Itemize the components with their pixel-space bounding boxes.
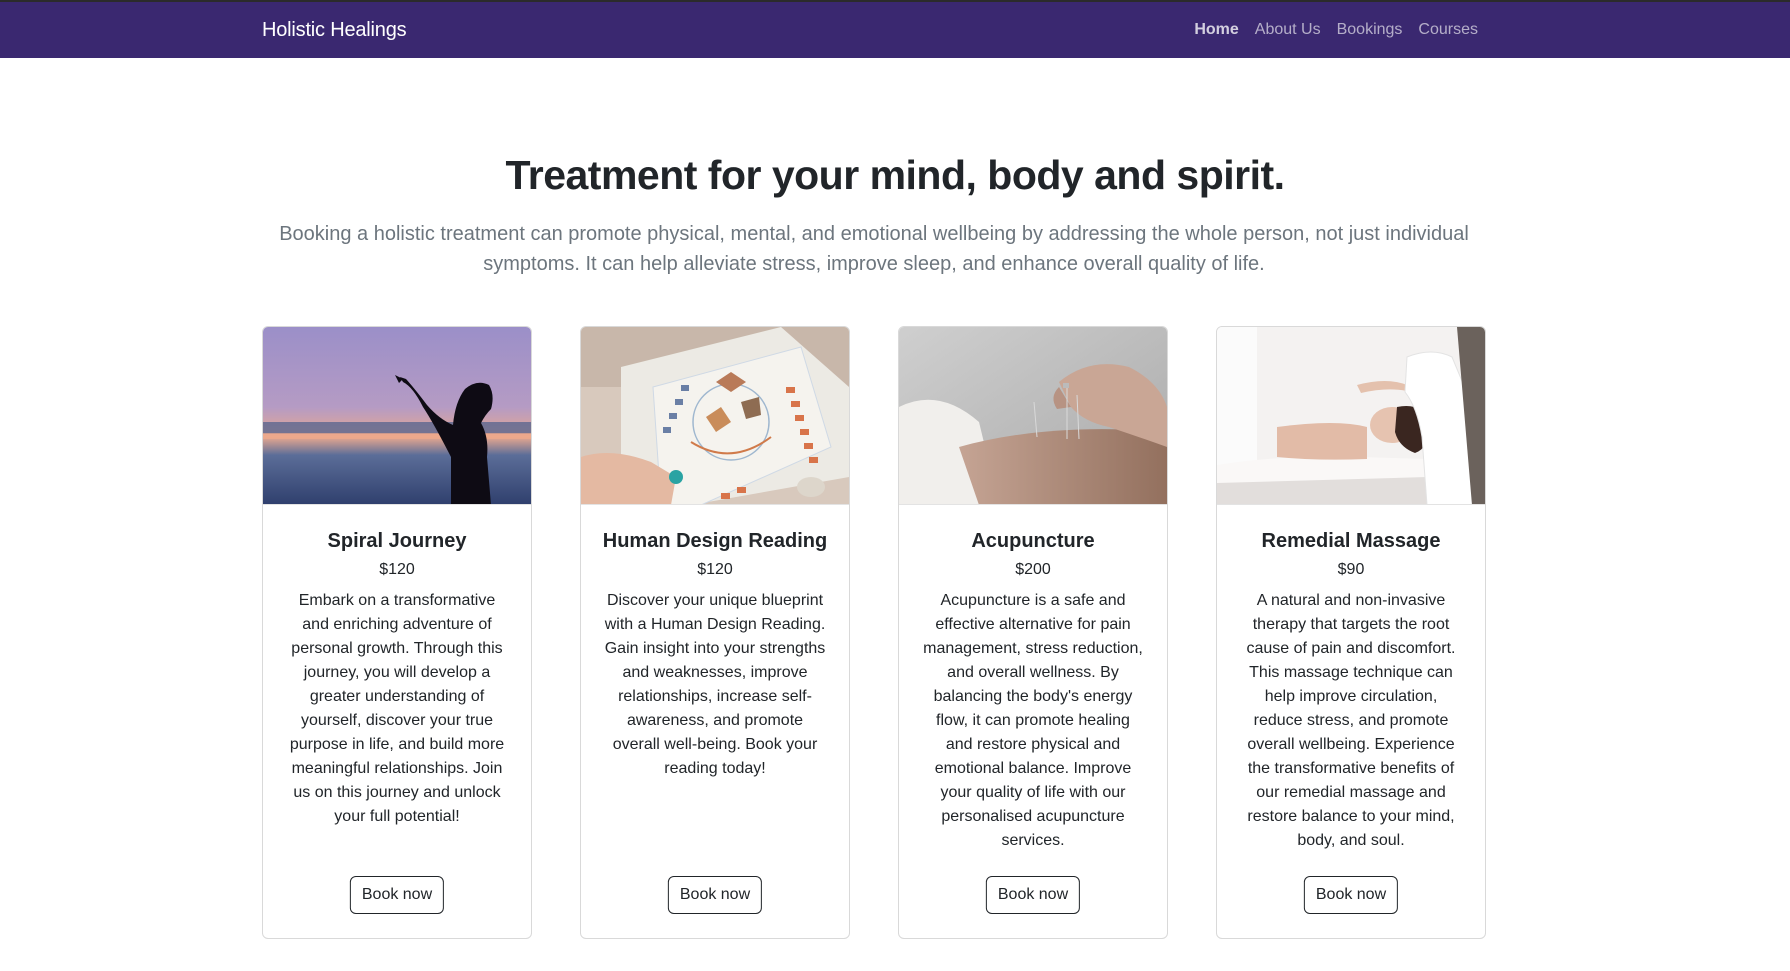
top-navbar: Holistic Healings Home About Us Bookings… [0,0,1790,58]
book-now-button[interactable]: Book now [667,876,763,914]
card-acupuncture: Acupuncture $200 Acupuncture is a safe a… [898,326,1168,939]
card-price: $200 [1015,561,1051,578]
hero-lead: Booking a holistic treatment can promote… [279,223,1469,275]
nav-link-bookings[interactable]: Bookings [1337,21,1403,39]
card-title: Remedial Massage [1261,530,1441,552]
card-image-massage-treatment [1217,327,1485,505]
card-title: Acupuncture [971,530,1095,552]
card-description: Acupuncture is a safe and effective alte… [923,592,1143,849]
nav-link-about-us[interactable]: About Us [1255,21,1321,39]
card-image-sunset-silhouette [263,327,531,505]
brand-link[interactable]: Holistic Healings [262,19,407,42]
card-price: $120 [697,561,733,578]
card-description: Embark on a transformative and enriching… [289,592,505,825]
card-human-design-reading: Human Design Reading $120 Discover your … [580,326,850,939]
book-now-button[interactable]: Book now [349,876,445,914]
nav-link-courses[interactable]: Courses [1418,21,1478,39]
card-spiral-journey: Spiral Journey $120 Embark on a transfor… [262,326,532,939]
card-price: $90 [1337,561,1365,578]
card-price: $120 [379,561,415,578]
card-remedial-massage: Remedial Massage $90 A natural and non-i… [1216,326,1486,939]
card-description: A natural and non-invasive therapy that … [1246,592,1456,849]
nav-link-home[interactable]: Home [1194,21,1238,39]
hero-title: Treatment for your mind, body and spirit… [505,152,1285,198]
book-now-button[interactable]: Book now [985,876,1081,914]
book-now-button[interactable]: Book now [1303,876,1399,914]
card-description: Discover your unique blueprint with a Hu… [604,592,826,777]
nav-links: Home About Us Bookings Courses [1194,21,1478,39]
card-image-bodygraph-chart [581,327,849,505]
card-image-acupuncture-needles [899,327,1167,505]
card-title: Human Design Reading [602,530,828,552]
card-title: Spiral Journey [327,530,467,552]
